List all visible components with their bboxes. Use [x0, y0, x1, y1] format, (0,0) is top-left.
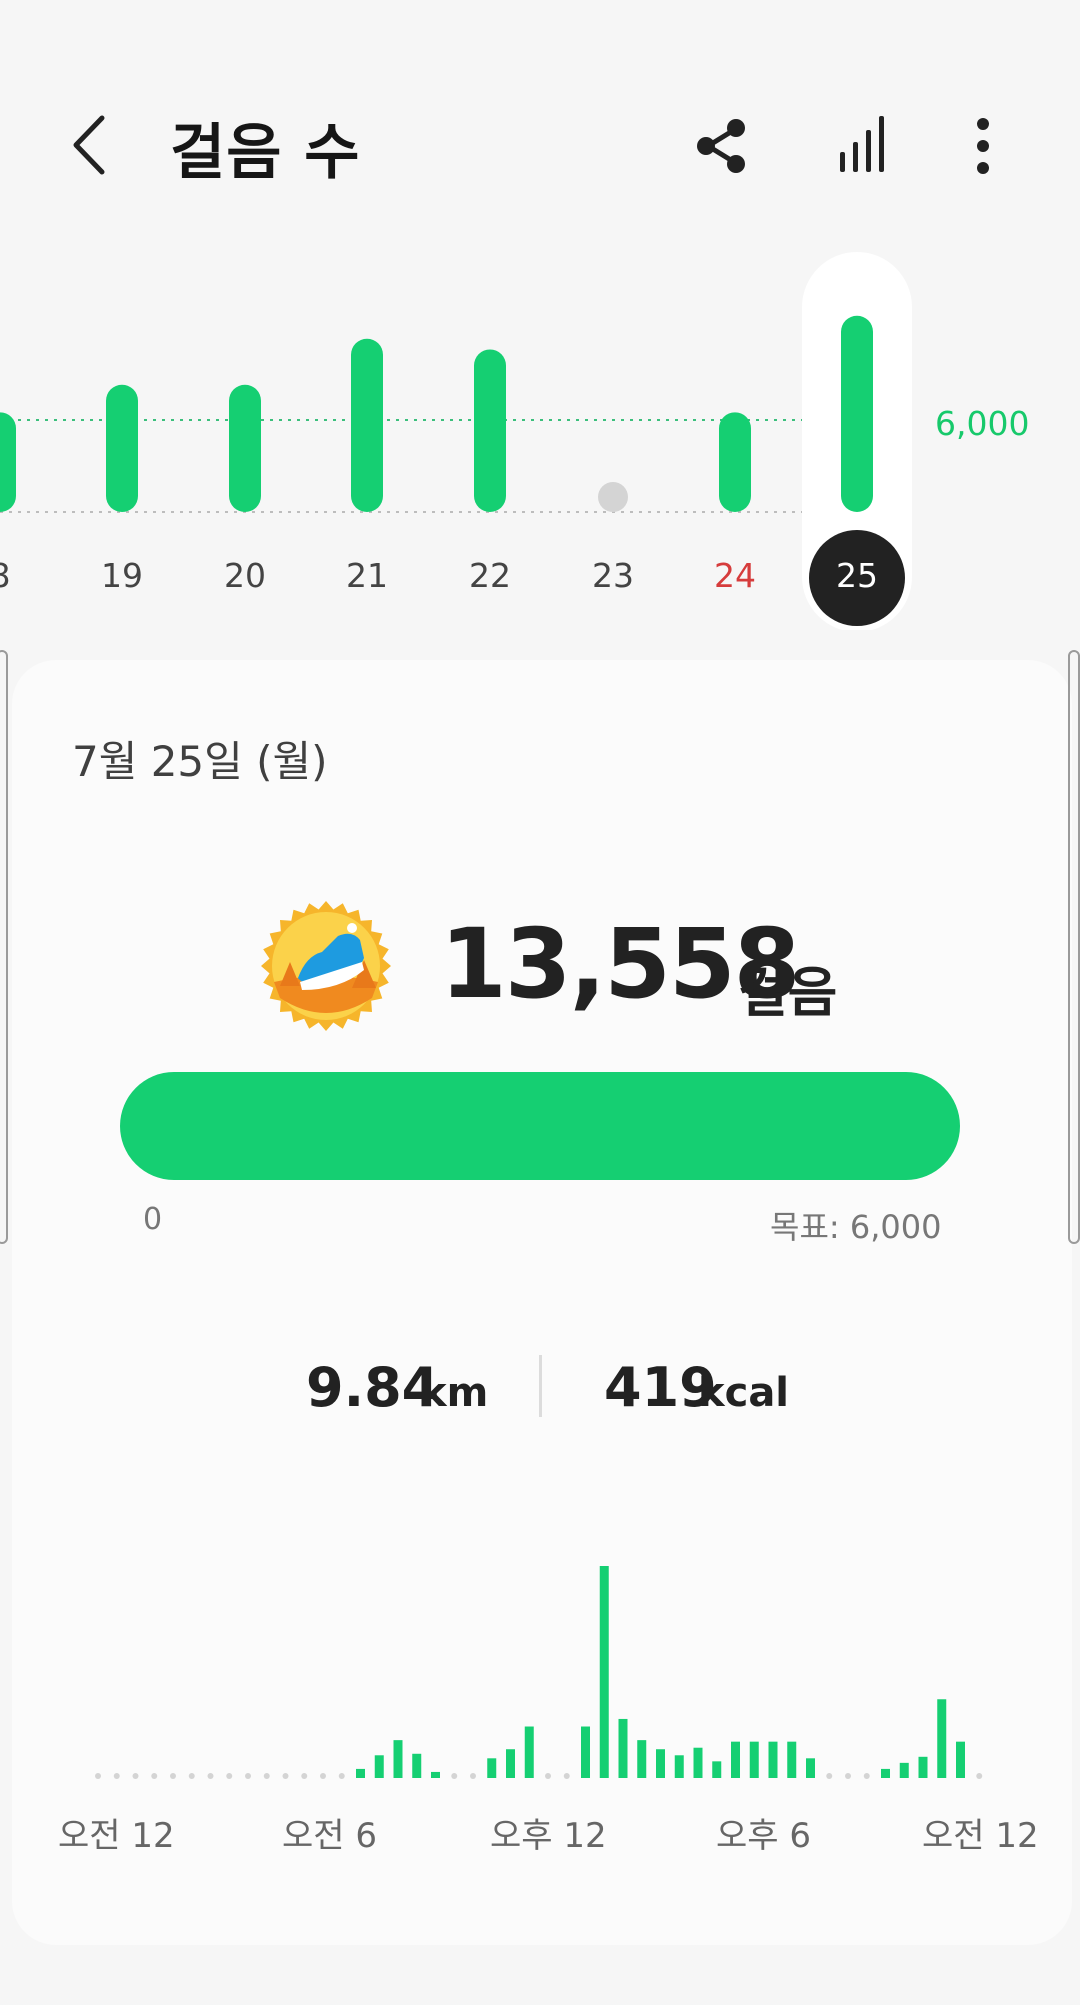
- hour-bar-empty: [301, 1773, 308, 1779]
- week-bar[interactable]: [474, 349, 506, 512]
- share-icon: [697, 119, 745, 173]
- hour-bar: [599, 1566, 609, 1778]
- hour-bar: [787, 1741, 797, 1778]
- day-label[interactable]: 25: [812, 556, 902, 595]
- hour-bar-empty: [95, 1773, 101, 1779]
- page-title: 걸음 수: [170, 118, 361, 188]
- hour-bar: [506, 1749, 515, 1778]
- hour-bar-empty: [976, 1773, 983, 1779]
- week-bar[interactable]: [719, 412, 751, 512]
- hour-bar-empty: [845, 1773, 851, 1779]
- progress-start-label: 0: [143, 1202, 163, 1237]
- week-bar[interactable]: [841, 315, 873, 512]
- week-bar[interactable]: [0, 412, 16, 512]
- day-label[interactable]: 24: [690, 556, 780, 595]
- progress-goal-label: 목표: 6,000: [770, 1208, 942, 1246]
- hour-bar: [937, 1699, 947, 1778]
- hour-axis-label: 오후 6: [716, 1816, 811, 1856]
- hour-bar-empty: [170, 1773, 176, 1779]
- goal-progress-bar: [120, 1072, 960, 1180]
- day-label[interactable]: 22: [445, 556, 535, 595]
- hour-axis-label: 오후 12: [490, 1816, 607, 1856]
- hour-bar: [768, 1741, 778, 1778]
- hour-bar-empty: [245, 1773, 251, 1779]
- goal-medal-icon: [261, 901, 391, 1031]
- hour-bar: [431, 1771, 440, 1778]
- calories-unit: kcal: [698, 1370, 790, 1416]
- day-label[interactable]: 23: [568, 556, 658, 595]
- day-label[interactable]: 19: [77, 556, 167, 595]
- hour-bar: [712, 1761, 722, 1778]
- hour-bar: [618, 1718, 628, 1778]
- hour-bar-empty: [563, 1773, 570, 1779]
- hour-bar-empty: [207, 1773, 214, 1779]
- hourly-steps-chart[interactable]: [80, 1560, 1000, 1790]
- hour-bar: [637, 1740, 647, 1778]
- hour-bar-empty: [826, 1773, 833, 1779]
- hour-bar-empty: [451, 1773, 458, 1779]
- prev-card-edge[interactable]: [0, 650, 8, 1244]
- share-button[interactable]: [692, 112, 752, 182]
- hour-bar-empty: [226, 1773, 233, 1779]
- hour-bar: [412, 1753, 422, 1778]
- hour-bar: [581, 1726, 590, 1778]
- hour-bar: [881, 1768, 890, 1778]
- trends-button[interactable]: [834, 112, 894, 182]
- date-label: 7월 25일 (월): [72, 737, 328, 786]
- hour-bar: [374, 1755, 384, 1778]
- more-options-button[interactable]: [958, 112, 1008, 182]
- hour-bar-empty: [320, 1773, 326, 1779]
- day-label[interactable]: 20: [200, 556, 290, 595]
- week-bar[interactable]: [106, 384, 138, 512]
- chevron-left-icon: [73, 115, 105, 175]
- hour-bar: [524, 1726, 534, 1778]
- hour-bar: [487, 1758, 497, 1778]
- hour-bar: [693, 1747, 703, 1778]
- hour-axis-label: 오전 12: [58, 1816, 175, 1856]
- hour-bar-empty: [113, 1773, 120, 1779]
- hour-bar-empty: [863, 1773, 870, 1779]
- hour-bar: [674, 1755, 684, 1778]
- week-bar[interactable]: [229, 384, 261, 512]
- next-card-edge[interactable]: [1068, 650, 1080, 1244]
- stat-divider: [539, 1355, 542, 1417]
- hour-bar-empty: [132, 1773, 139, 1779]
- hour-bar: [956, 1741, 965, 1778]
- hour-bar: [806, 1758, 815, 1778]
- hour-bar-empty: [282, 1773, 289, 1779]
- distance-unit: km: [420, 1370, 489, 1416]
- hour-bar: [656, 1749, 665, 1778]
- hour-axis-label: 오전 12: [922, 1816, 1039, 1856]
- hour-bar-empty: [263, 1773, 270, 1779]
- hour-bar: [749, 1741, 759, 1778]
- hour-bar-empty: [470, 1773, 476, 1779]
- hour-bar: [918, 1756, 928, 1778]
- bar-chart-icon: [840, 116, 884, 172]
- hour-bar-empty: [151, 1773, 158, 1779]
- hour-bar: [356, 1768, 365, 1778]
- hour-bar-empty: [188, 1773, 195, 1779]
- hour-bar-empty: [545, 1773, 551, 1779]
- step-unit: 걸음: [738, 961, 838, 1024]
- hour-bar: [731, 1741, 740, 1778]
- week-bar[interactable]: [351, 338, 383, 512]
- week-bar-empty[interactable]: [598, 482, 628, 512]
- hour-bar-empty: [338, 1773, 345, 1779]
- day-label[interactable]: 8: [0, 556, 45, 595]
- hour-bar: [393, 1740, 403, 1778]
- day-label[interactable]: 21: [322, 556, 412, 595]
- back-button[interactable]: [62, 110, 122, 180]
- hour-bar: [899, 1762, 909, 1778]
- goal-line-label: 6,000: [935, 404, 1030, 443]
- more-vert-icon: [977, 118, 989, 174]
- hour-axis-label: 오전 6: [282, 1816, 377, 1856]
